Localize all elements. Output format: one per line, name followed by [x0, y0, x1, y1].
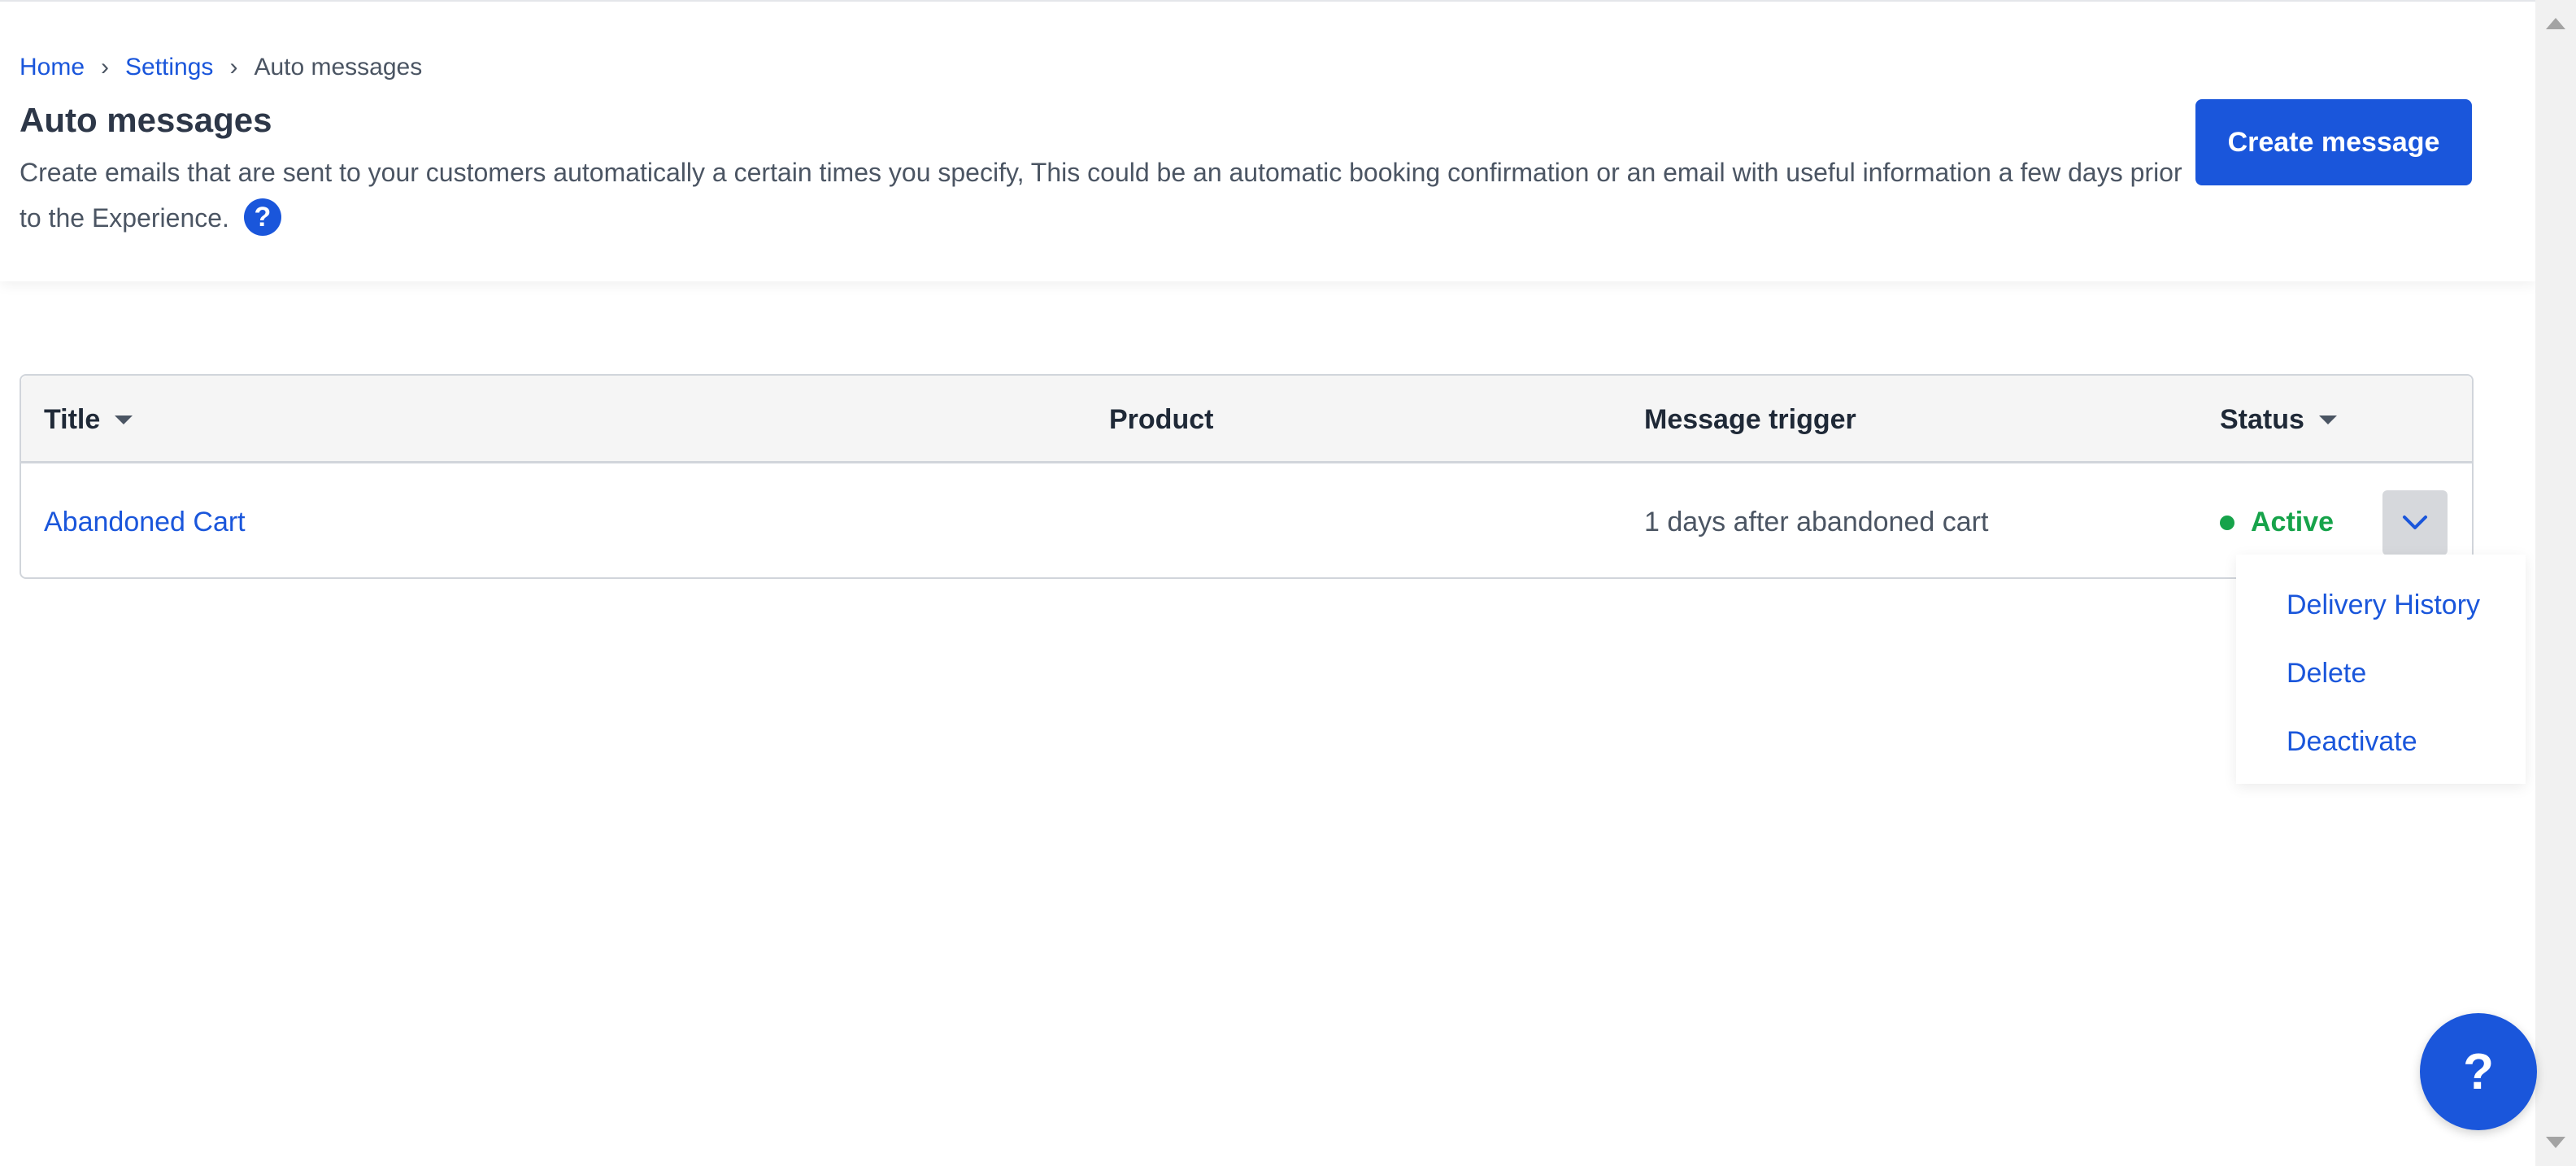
- column-header-message-trigger: Message trigger: [1644, 376, 1856, 463]
- column-header-status[interactable]: Status: [2220, 376, 2337, 463]
- chevron-right-icon: ›: [101, 54, 110, 80]
- help-icon[interactable]: ?: [243, 198, 281, 236]
- table-header: Title Product Message trigger Status: [21, 376, 2472, 463]
- column-header-trigger-label: Message trigger: [1644, 403, 1856, 435]
- status-badge: Active: [2220, 507, 2334, 538]
- help-floating-button[interactable]: ?: [2420, 1013, 2537, 1130]
- column-header-product-label: Product: [1109, 403, 1214, 435]
- page-description: Create emails that are sent to your cust…: [20, 150, 2182, 241]
- status-dot-icon: [2220, 515, 2234, 530]
- breadcrumb-current: Auto messages: [254, 54, 423, 80]
- column-header-title[interactable]: Title: [44, 376, 133, 463]
- table-row: Abandoned Cart 1 days after abandoned ca…: [21, 466, 2472, 579]
- menu-item-delete[interactable]: Delete: [2236, 639, 2526, 707]
- vertical-scrollbar[interactable]: [2535, 0, 2576, 1166]
- auto-messages-table: Title Product Message trigger Status Aba…: [20, 374, 2474, 579]
- sort-caret-down-icon[interactable]: [2318, 415, 2337, 424]
- column-header-title-label: Title: [44, 403, 101, 435]
- sort-caret-down-icon[interactable]: [115, 415, 133, 424]
- page-header: Home › Settings › Auto messages Auto mes…: [0, 2, 2535, 281]
- breadcrumb-settings-link[interactable]: Settings: [125, 54, 213, 81]
- row-actions-toggle-button[interactable]: [2382, 490, 2448, 555]
- status-label: Active: [2251, 507, 2334, 537]
- chevron-right-icon: ›: [229, 54, 238, 80]
- message-title-link[interactable]: Abandoned Cart: [44, 507, 246, 538]
- cell-trigger: 1 days after abandoned cart: [1644, 466, 1988, 579]
- menu-item-delivery-history[interactable]: Delivery History: [2236, 571, 2526, 639]
- chevron-down-icon: [2403, 516, 2427, 529]
- app-viewport: Home › Settings › Auto messages Auto mes…: [0, 0, 2535, 1166]
- scroll-up-arrow-icon[interactable]: [2546, 18, 2565, 29]
- breadcrumb: Home › Settings › Auto messages: [20, 54, 422, 81]
- create-message-button[interactable]: Create message: [2195, 99, 2472, 185]
- scroll-down-arrow-icon[interactable]: [2546, 1137, 2565, 1148]
- page-title: Auto messages: [20, 101, 272, 139]
- breadcrumb-home-link[interactable]: Home: [20, 54, 85, 81]
- column-header-product: Product: [1109, 376, 1213, 463]
- page-description-text: Create emails that are sent to your cust…: [20, 158, 2182, 233]
- row-actions-menu: Delivery History Delete Deactivate: [2236, 555, 2526, 784]
- column-header-status-label: Status: [2220, 403, 2304, 435]
- trigger-value: 1 days after abandoned cart: [1644, 507, 1989, 537]
- menu-item-deactivate[interactable]: Deactivate: [2236, 707, 2526, 776]
- cell-title: Abandoned Cart: [44, 466, 246, 579]
